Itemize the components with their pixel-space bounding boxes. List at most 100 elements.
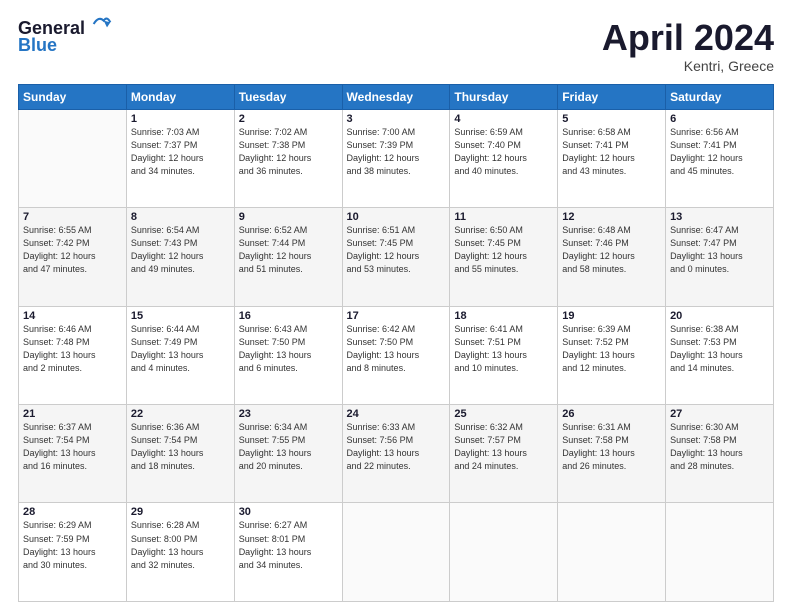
month-title: April 2024 (602, 18, 774, 58)
day-number: 4 (454, 113, 553, 125)
calendar-cell: 26Sunrise: 6:31 AMSunset: 7:58 PMDayligh… (558, 405, 666, 503)
calendar-cell: 17Sunrise: 6:42 AMSunset: 7:50 PMDayligh… (342, 306, 450, 404)
day-info: Sunrise: 6:43 AMSunset: 7:50 PMDaylight:… (239, 323, 338, 375)
calendar-cell (666, 503, 774, 602)
day-number: 17 (347, 310, 446, 322)
calendar-cell: 4Sunrise: 6:59 AMSunset: 7:40 PMDaylight… (450, 109, 558, 207)
calendar-cell: 27Sunrise: 6:30 AMSunset: 7:58 PMDayligh… (666, 405, 774, 503)
day-number: 12 (562, 211, 661, 223)
calendar-week-row: 28Sunrise: 6:29 AMSunset: 7:59 PMDayligh… (19, 503, 774, 602)
day-info: Sunrise: 6:54 AMSunset: 7:43 PMDaylight:… (131, 224, 230, 276)
day-number: 11 (454, 211, 553, 223)
day-info: Sunrise: 6:37 AMSunset: 7:54 PMDaylight:… (23, 421, 122, 473)
calendar-cell: 21Sunrise: 6:37 AMSunset: 7:54 PMDayligh… (19, 405, 127, 503)
day-info: Sunrise: 6:27 AMSunset: 8:01 PMDaylight:… (239, 519, 338, 571)
calendar-cell: 20Sunrise: 6:38 AMSunset: 7:53 PMDayligh… (666, 306, 774, 404)
calendar-cell: 7Sunrise: 6:55 AMSunset: 7:42 PMDaylight… (19, 208, 127, 306)
calendar-cell: 10Sunrise: 6:51 AMSunset: 7:45 PMDayligh… (342, 208, 450, 306)
day-info: Sunrise: 6:42 AMSunset: 7:50 PMDaylight:… (347, 323, 446, 375)
calendar-cell: 3Sunrise: 7:00 AMSunset: 7:39 PMDaylight… (342, 109, 450, 207)
day-number: 16 (239, 310, 338, 322)
header: General Blue April 2024 Kentri, Greece (18, 18, 774, 74)
calendar-cell (342, 503, 450, 602)
day-info: Sunrise: 7:03 AMSunset: 7:37 PMDaylight:… (131, 126, 230, 178)
day-info: Sunrise: 6:39 AMSunset: 7:52 PMDaylight:… (562, 323, 661, 375)
calendar-table: SundayMondayTuesdayWednesdayThursdayFrid… (18, 84, 774, 602)
calendar-cell: 1Sunrise: 7:03 AMSunset: 7:37 PMDaylight… (126, 109, 234, 207)
weekday-header: Tuesday (234, 84, 342, 109)
calendar-week-row: 14Sunrise: 6:46 AMSunset: 7:48 PMDayligh… (19, 306, 774, 404)
weekday-header: Monday (126, 84, 234, 109)
day-info: Sunrise: 6:52 AMSunset: 7:44 PMDaylight:… (239, 224, 338, 276)
day-number: 8 (131, 211, 230, 223)
calendar-week-row: 1Sunrise: 7:03 AMSunset: 7:37 PMDaylight… (19, 109, 774, 207)
day-info: Sunrise: 6:55 AMSunset: 7:42 PMDaylight:… (23, 224, 122, 276)
day-number: 24 (347, 408, 446, 420)
calendar-cell: 15Sunrise: 6:44 AMSunset: 7:49 PMDayligh… (126, 306, 234, 404)
day-number: 28 (23, 506, 122, 518)
day-info: Sunrise: 6:51 AMSunset: 7:45 PMDaylight:… (347, 224, 446, 276)
calendar-week-row: 7Sunrise: 6:55 AMSunset: 7:42 PMDaylight… (19, 208, 774, 306)
day-number: 21 (23, 408, 122, 420)
calendar-cell: 23Sunrise: 6:34 AMSunset: 7:55 PMDayligh… (234, 405, 342, 503)
day-number: 25 (454, 408, 553, 420)
calendar-cell: 28Sunrise: 6:29 AMSunset: 7:59 PMDayligh… (19, 503, 127, 602)
day-info: Sunrise: 6:58 AMSunset: 7:41 PMDaylight:… (562, 126, 661, 178)
day-info: Sunrise: 6:31 AMSunset: 7:58 PMDaylight:… (562, 421, 661, 473)
day-info: Sunrise: 6:28 AMSunset: 8:00 PMDaylight:… (131, 519, 230, 571)
day-info: Sunrise: 6:50 AMSunset: 7:45 PMDaylight:… (454, 224, 553, 276)
day-info: Sunrise: 6:46 AMSunset: 7:48 PMDaylight:… (23, 323, 122, 375)
day-number: 14 (23, 310, 122, 322)
weekday-header: Wednesday (342, 84, 450, 109)
day-number: 6 (670, 113, 769, 125)
day-info: Sunrise: 6:29 AMSunset: 7:59 PMDaylight:… (23, 519, 122, 571)
calendar-cell: 16Sunrise: 6:43 AMSunset: 7:50 PMDayligh… (234, 306, 342, 404)
calendar-cell: 18Sunrise: 6:41 AMSunset: 7:51 PMDayligh… (450, 306, 558, 404)
weekday-header: Saturday (666, 84, 774, 109)
weekday-header: Thursday (450, 84, 558, 109)
day-number: 5 (562, 113, 661, 125)
weekday-header: Sunday (19, 84, 127, 109)
day-number: 18 (454, 310, 553, 322)
calendar-cell: 12Sunrise: 6:48 AMSunset: 7:46 PMDayligh… (558, 208, 666, 306)
calendar-cell (19, 109, 127, 207)
day-info: Sunrise: 6:56 AMSunset: 7:41 PMDaylight:… (670, 126, 769, 178)
day-number: 1 (131, 113, 230, 125)
calendar-cell: 19Sunrise: 6:39 AMSunset: 7:52 PMDayligh… (558, 306, 666, 404)
logo-icon (92, 14, 112, 34)
calendar-cell: 24Sunrise: 6:33 AMSunset: 7:56 PMDayligh… (342, 405, 450, 503)
day-info: Sunrise: 7:02 AMSunset: 7:38 PMDaylight:… (239, 126, 338, 178)
day-info: Sunrise: 6:38 AMSunset: 7:53 PMDaylight:… (670, 323, 769, 375)
calendar-cell: 22Sunrise: 6:36 AMSunset: 7:54 PMDayligh… (126, 405, 234, 503)
page: General Blue April 2024 Kentri, Greece S… (0, 0, 792, 612)
location: Kentri, Greece (602, 58, 774, 74)
day-info: Sunrise: 6:48 AMSunset: 7:46 PMDaylight:… (562, 224, 661, 276)
title-block: April 2024 Kentri, Greece (602, 18, 774, 74)
day-number: 9 (239, 211, 338, 223)
day-info: Sunrise: 7:00 AMSunset: 7:39 PMDaylight:… (347, 126, 446, 178)
day-number: 15 (131, 310, 230, 322)
day-number: 26 (562, 408, 661, 420)
day-info: Sunrise: 6:47 AMSunset: 7:47 PMDaylight:… (670, 224, 769, 276)
calendar-cell: 8Sunrise: 6:54 AMSunset: 7:43 PMDaylight… (126, 208, 234, 306)
calendar-cell: 9Sunrise: 6:52 AMSunset: 7:44 PMDaylight… (234, 208, 342, 306)
calendar-header-row: SundayMondayTuesdayWednesdayThursdayFrid… (19, 84, 774, 109)
calendar-cell: 25Sunrise: 6:32 AMSunset: 7:57 PMDayligh… (450, 405, 558, 503)
day-number: 29 (131, 506, 230, 518)
day-number: 3 (347, 113, 446, 125)
calendar-cell: 5Sunrise: 6:58 AMSunset: 7:41 PMDaylight… (558, 109, 666, 207)
day-info: Sunrise: 6:33 AMSunset: 7:56 PMDaylight:… (347, 421, 446, 473)
calendar-cell: 6Sunrise: 6:56 AMSunset: 7:41 PMDaylight… (666, 109, 774, 207)
calendar-cell: 14Sunrise: 6:46 AMSunset: 7:48 PMDayligh… (19, 306, 127, 404)
logo: General Blue (18, 18, 112, 56)
calendar-cell: 29Sunrise: 6:28 AMSunset: 8:00 PMDayligh… (126, 503, 234, 602)
calendar-cell: 11Sunrise: 6:50 AMSunset: 7:45 PMDayligh… (450, 208, 558, 306)
calendar-cell: 2Sunrise: 7:02 AMSunset: 7:38 PMDaylight… (234, 109, 342, 207)
calendar-cell (558, 503, 666, 602)
day-number: 30 (239, 506, 338, 518)
weekday-header: Friday (558, 84, 666, 109)
day-number: 7 (23, 211, 122, 223)
day-info: Sunrise: 6:44 AMSunset: 7:49 PMDaylight:… (131, 323, 230, 375)
day-number: 19 (562, 310, 661, 322)
day-number: 13 (670, 211, 769, 223)
